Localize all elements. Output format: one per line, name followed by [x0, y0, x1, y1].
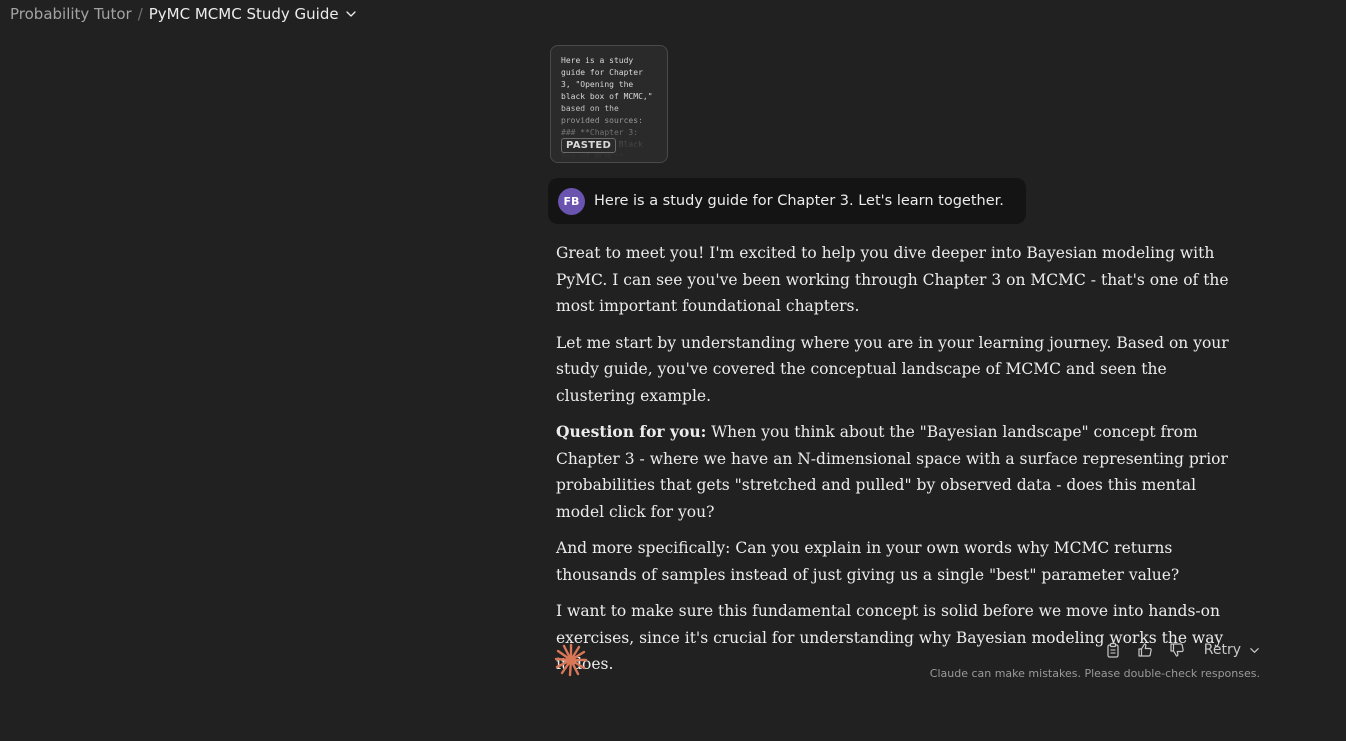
clipboard-icon: [1107, 642, 1119, 658]
conversation-title: PyMC MCMC Study Guide: [148, 5, 339, 23]
conversation-title-button[interactable]: PyMC MCMC Study Guide: [149, 5, 357, 23]
user-message-text: Here is a study guide for Chapter 3. Let…: [594, 193, 1004, 209]
thumbs-up-button[interactable]: [1134, 639, 1156, 661]
chevron-down-icon: [1250, 647, 1259, 653]
assistant-message: Great to meet you! I'm excited to help y…: [556, 240, 1236, 688]
question-label: Question for you:: [556, 422, 707, 441]
pasted-badge: PASTED: [561, 138, 617, 153]
claude-logo-icon: [554, 643, 588, 677]
pasted-content-card[interactable]: Here is a study guide for Chapter 3, "Op…: [550, 45, 668, 163]
pasted-fade-overlay: [551, 102, 667, 162]
breadcrumb-separator: /: [137, 5, 143, 23]
assistant-paragraph: Great to meet you! I'm excited to help y…: [556, 244, 1229, 315]
breadcrumb-project-link[interactable]: Probability Tutor: [10, 5, 132, 23]
message-actions: Retry: [1092, 638, 1260, 662]
thumbs-up-icon: [1138, 643, 1152, 657]
chevron-down-icon: [345, 11, 356, 17]
copy-button[interactable]: [1102, 639, 1124, 661]
assistant-paragraph: And more specifically: Can you explain i…: [556, 539, 1180, 584]
avatar: FB: [558, 187, 585, 215]
assistant-paragraph: Let me start by understanding where you …: [556, 333, 1229, 405]
disclaimer-text: Claude can make mistakes. Please double-…: [929, 667, 1260, 680]
retry-button[interactable]: Retry: [1204, 642, 1260, 658]
thumbs-down-button[interactable]: [1166, 639, 1188, 661]
user-message: FB Here is a study guide for Chapter 3. …: [548, 178, 1026, 224]
breadcrumb: Probability Tutor / PyMC MCMC Study Guid…: [10, 4, 357, 24]
thumbs-down-icon: [1170, 643, 1184, 657]
assistant-paragraph: Question for you: When you think about t…: [556, 419, 1236, 525]
retry-label: Retry: [1203, 642, 1241, 658]
